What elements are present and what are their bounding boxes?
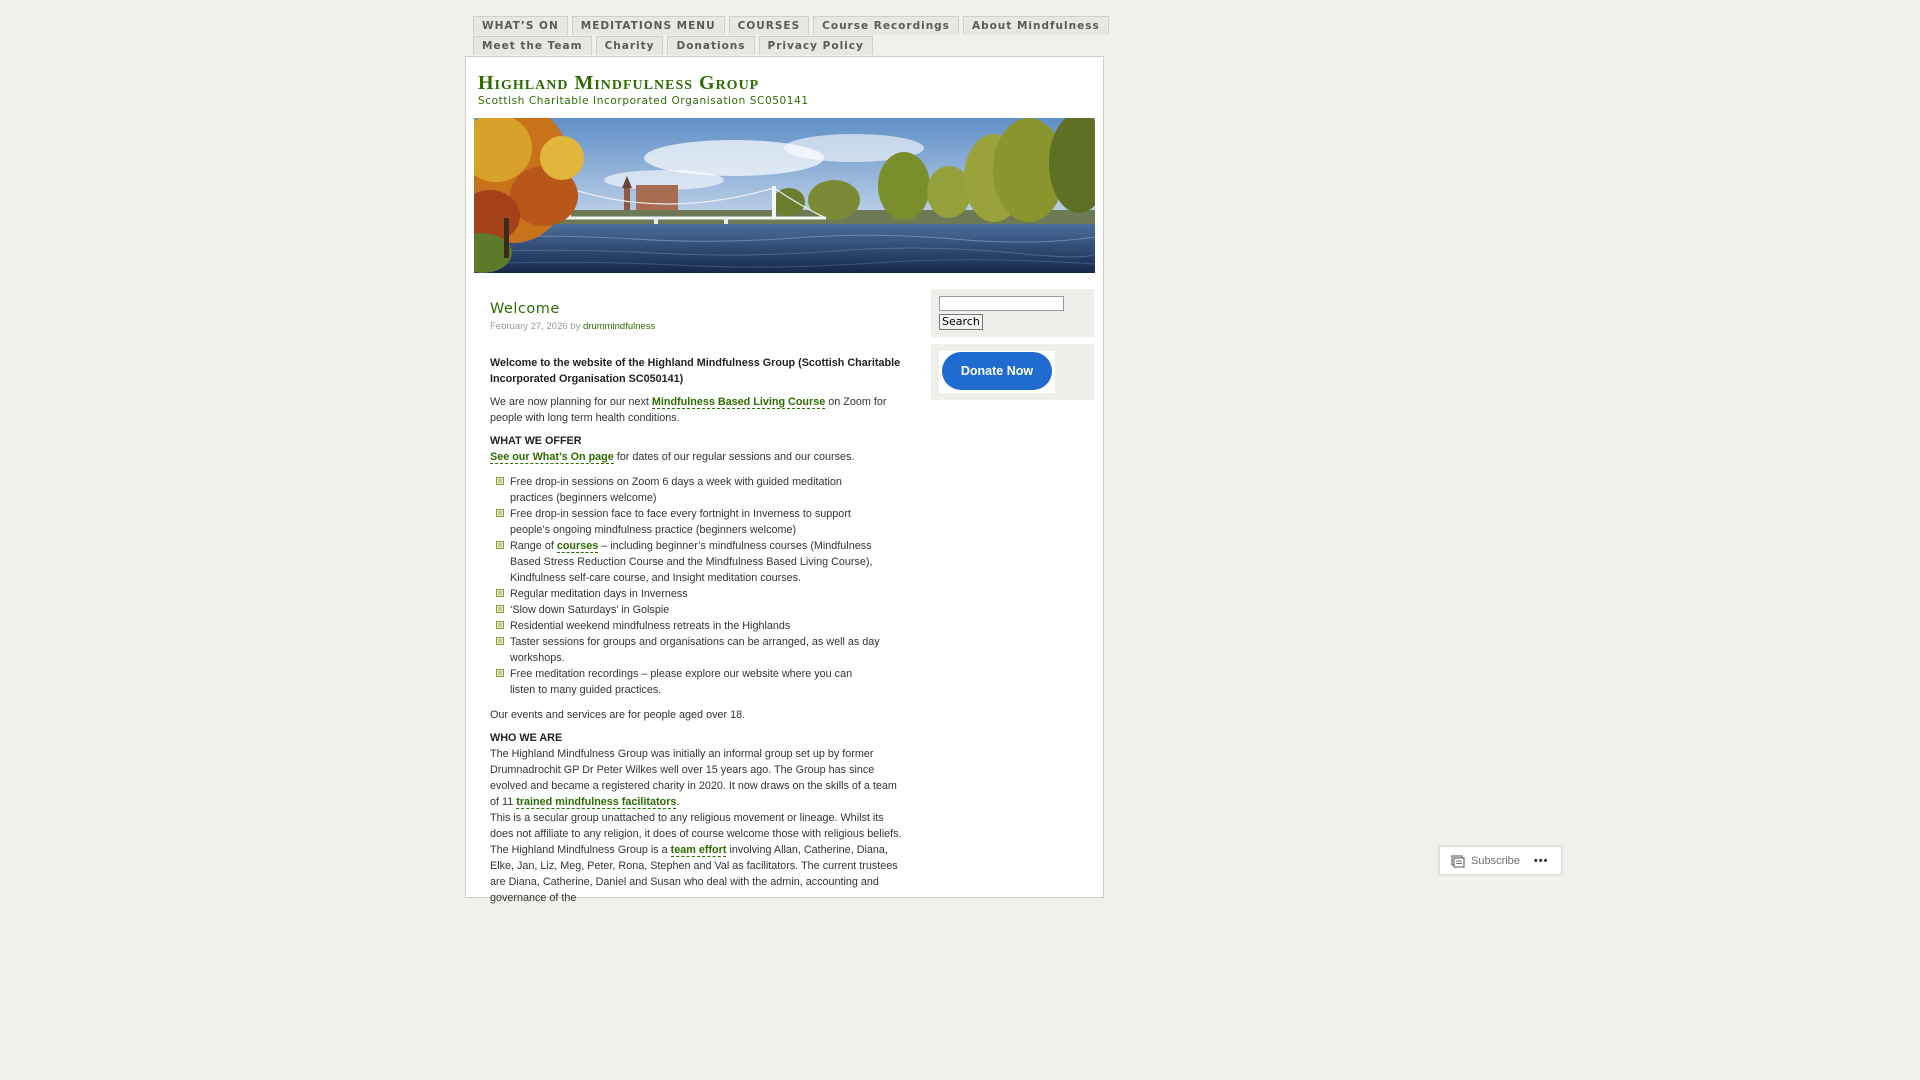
planning-text: We are now planning for our next [490,396,652,408]
mbl-course-link[interactable]: Mindfulness Based Living Course [651,396,826,409]
tab-meet-the-team[interactable]: Meet the Team [473,36,592,55]
list-item-text: Regular meditation days in Inverness [510,588,688,600]
bullet-icon [496,477,504,485]
offer-list: Free drop-in sessions on Zoom 6 days a w… [490,474,880,698]
site-title[interactable]: Highland Mindfulness Group [478,72,759,95]
post-title[interactable]: Welcome [490,300,906,318]
search-widget: Search [931,289,1094,337]
tab-whats-on[interactable]: WHAT’S ON [473,16,568,35]
tab-courses[interactable]: COURSES [728,16,810,35]
reader-icon [1451,854,1465,868]
sidebar: Search Donate Now [931,289,1094,407]
post-content: Welcome February 27, 2026 by drummindful… [490,300,906,906]
who-text-after: . [676,796,680,808]
subscribe-button[interactable]: Subscribe [1471,855,1520,867]
search-button[interactable]: Search [939,313,983,330]
facilitators-link[interactable]: trained mindfulness facilitators [516,796,677,809]
list-item: Residential weekend mindfulness retreats… [496,618,880,634]
nav-row-2: Meet the Team Charity Donations Privacy … [473,36,1033,55]
bullet-icon [496,621,504,629]
bullet-icon [496,541,504,549]
page-container: Highland Mindfulness Group Scottish Char… [465,56,1104,904]
donate-widget: Donate Now [931,344,1094,400]
list-item-text: Taster sessions for groups and organisat… [510,636,880,664]
donate-frame: Donate Now [939,351,1055,393]
bullet-icon [496,637,504,645]
list-item-text: ‘Slow down Saturdays’ in Golspie [510,604,670,616]
who-paragraph-1: The Highland Mindfulness Group was initi… [490,746,906,810]
tab-meditations-menu[interactable]: MEDITATIONS MENU [571,16,725,35]
header-image [474,118,1095,273]
bullet-icon [496,669,504,677]
tab-privacy-policy[interactable]: Privacy Policy [758,36,873,55]
whats-on-link[interactable]: See our What’s On page [490,451,614,464]
tab-donations[interactable]: Donations [667,36,755,55]
more-options-button[interactable]: ••• [1534,855,1549,867]
list-item-text: Residential weekend mindfulness retreats… [510,620,791,632]
whats-on-line: See our What’s On page for dates of our … [490,449,906,465]
list-item-text: Range of [510,540,557,552]
tab-about-mindfulness[interactable]: About Mindfulness [962,16,1109,35]
site-description: Scottish Charitable Incorporated Organis… [478,95,809,107]
bullet-icon [496,605,504,613]
bullet-icon [496,589,504,597]
tab-charity[interactable]: Charity [595,36,664,55]
main-navigation: WHAT’S ON MEDITATIONS MENU COURSES Cours… [473,16,1109,56]
list-item-text: Free meditation recordings – please expl… [510,668,853,696]
who-we-are-heading: WHO WE ARE [490,732,563,744]
team-effort-link[interactable]: team effort [670,844,727,857]
subscribe-bar: Subscribe ••• [1439,846,1562,875]
list-item: ‘Slow down Saturdays’ in Golspie [496,602,880,618]
who-paragraph-3: The Highland Mindfulness Group is a team… [490,842,906,906]
list-item-text: Free drop-in sessions on Zoom 6 days a w… [510,476,842,504]
courses-link[interactable]: courses [556,540,599,553]
list-item: Free meditation recordings – please expl… [496,666,880,698]
welcome-lead: Welcome to the website of the Highland M… [490,357,901,385]
list-item: Taster sessions for groups and organisat… [496,634,880,666]
list-item: Regular meditation days in Inverness [496,586,880,602]
planning-paragraph: We are now planning for our next Mindful… [490,394,906,426]
post-author-link[interactable]: drummindfulness [583,321,655,332]
post-meta: February 27, 2026 by drummindfulness [490,319,906,335]
post-by: by [570,321,581,332]
whats-on-text: for dates of our regular sessions and ou… [613,451,855,463]
list-item: Free drop-in sessions on Zoom 6 days a w… [496,474,880,506]
list-item-text: Free drop-in session face to face every … [510,508,851,536]
search-input[interactable] [939,296,1064,311]
what-we-offer-heading: WHAT WE OFFER [490,435,582,447]
age-note: Our events and services are for people a… [490,709,746,721]
list-item: Range of courses – including beginner’s … [496,538,880,586]
bullet-icon [496,509,504,517]
who-paragraph-2: This is a secular group unattached to an… [490,812,902,840]
donate-now-button[interactable]: Donate Now [942,352,1052,390]
list-item: Free drop-in session face to face every … [496,506,880,538]
tab-course-recordings[interactable]: Course Recordings [813,16,959,35]
nav-row-1: WHAT’S ON MEDITATIONS MENU COURSES Cours… [473,16,1109,35]
who-text: The Highland Mindfulness Group is a [490,844,671,856]
post-date: February 27, 2026 [490,321,568,332]
